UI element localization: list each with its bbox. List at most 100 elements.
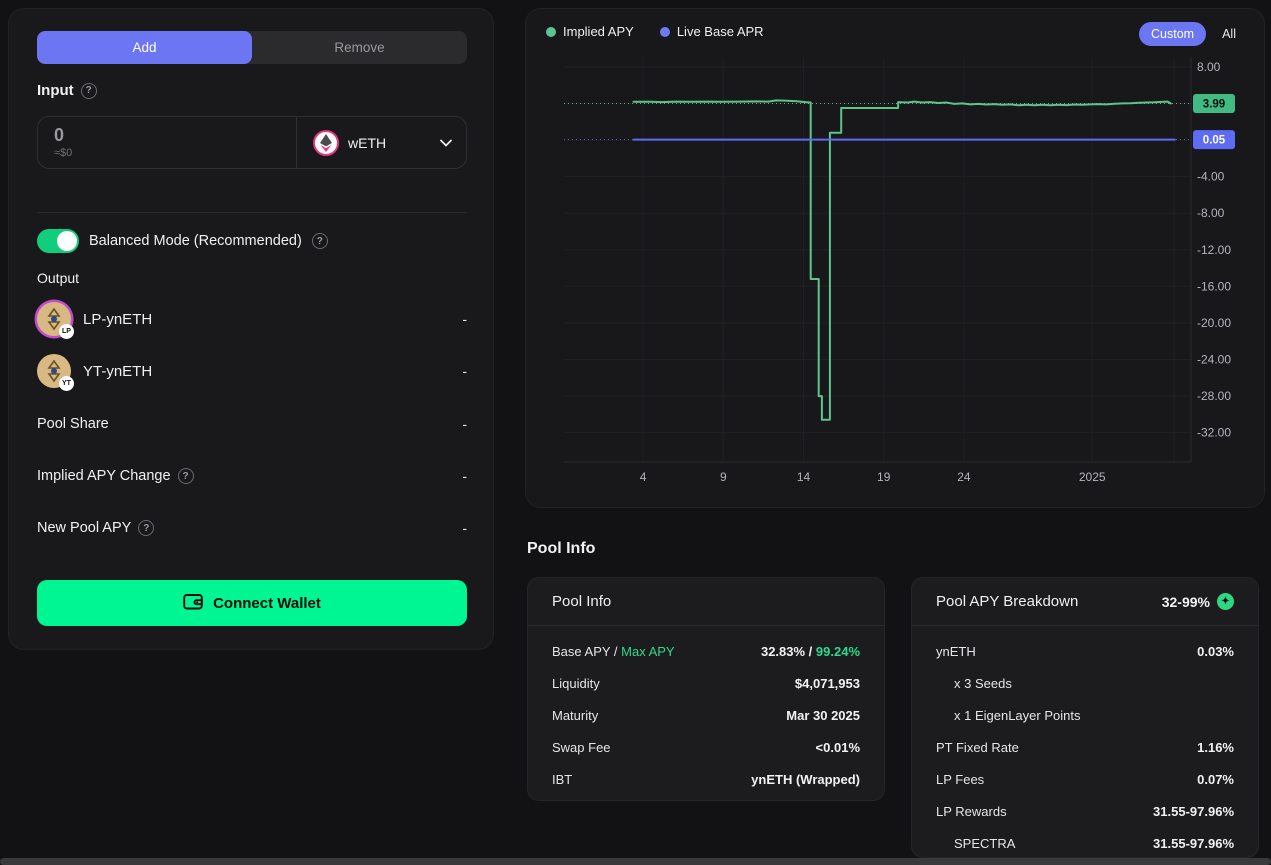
stat-row: Implied APY Change? - [37,466,467,486]
stat-row: New Pool APY? - [37,518,467,538]
pool-info-card-title: Pool Info [552,593,611,610]
apy-card-title: Pool APY Breakdown [936,593,1078,610]
horizontal-scrollbar[interactable] [0,858,1271,865]
row-label: LP Rewards [936,804,1007,819]
stat-value: - [462,520,467,536]
table-row: Swap Fee <0.01% [552,731,860,763]
pool-info-card: Pool Info Base APY / Max APY 32.83% / 99.… [527,577,885,801]
row-label: x 3 Seeds [936,676,1012,691]
chart-legend: Implied APY Live Base APR [546,24,764,39]
svg-text:-28.00: -28.00 [1197,389,1231,403]
table-row: LP Fees 0.07% [936,763,1234,795]
row-label: Swap Fee [552,740,611,755]
row-value: 1.16% [1197,740,1234,755]
table-row: LP Rewards 31.55-97.96% [936,795,1234,827]
add-remove-segmented: Add Remove [37,31,467,64]
token-selector[interactable]: wETH [297,117,466,168]
row-value: ynETH (Wrapped) [751,772,860,787]
svg-text:14: 14 [797,470,811,484]
row-value: 32.83% / 99.24% [761,644,860,659]
row-label: SPECTRA [936,836,1015,851]
apy-total: 32-99% [1162,594,1210,610]
wallet-icon [183,592,203,614]
liquidity-panel: Add Remove Input ? ≈$0 wETH Balanced M [8,8,494,650]
table-row: ynETH 0.03% [936,635,1234,667]
green-dot-icon [546,27,556,37]
output-rows: LPLP-ynETH-YTYT-ynETH- [37,300,467,404]
table-row: Base APY / Max APY 32.83% / 99.24% [552,635,860,667]
amount-input-box: ≈$0 wETH [37,116,467,169]
pool-apy-breakdown-card: Pool APY Breakdown 32-99% ✦ ynETH 0.03% x … [911,577,1259,858]
add-tab[interactable]: Add [37,31,252,64]
chart-panel: Implied APY Live Base APR Custom All 8.0… [525,8,1265,508]
help-icon[interactable]: ? [138,520,154,536]
output-row: LPLP-ynETH- [37,300,467,338]
sparkle-icon: ✦ [1217,593,1234,610]
balanced-mode-help-icon[interactable]: ? [312,233,328,249]
weth-token-icon [313,130,339,156]
row-label: ynETH [936,644,976,659]
table-row: Liquidity $4,071,953 [552,667,860,699]
svg-text:-8.00: -8.00 [1197,206,1225,220]
connect-wallet-label: Connect Wallet [213,595,321,612]
stat-label: Pool Share [37,416,109,432]
row-value: 31.55-97.96% [1153,804,1234,819]
row-value: 0.03% [1197,644,1234,659]
svg-text:8.00: 8.00 [1197,60,1221,74]
token-label: wETH [348,135,386,151]
row-label: Liquidity [552,676,600,691]
remove-tab[interactable]: Remove [252,31,467,64]
output-token-value: - [462,363,467,379]
pool-info-card-rows: Base APY / Max APY 32.83% / 99.24% Liquidi… [528,626,884,795]
apy-card-rows: ynETH 0.03% x 3 Seeds x 1 EigenLayer Points… [912,626,1258,859]
row-value: $4,071,953 [795,676,860,691]
legend-live-base-apr[interactable]: Live Base APR [660,24,764,39]
legend-live-base-apr-label: Live Base APR [677,24,764,39]
row-label: PT Fixed Rate [936,740,1019,755]
table-row: x 1 EigenLayer Points [936,699,1234,731]
lp-token-icon: LP [37,302,71,336]
stat-label: New Pool APY [37,520,131,536]
output-token-name: YT-ynETH [83,363,152,380]
row-value: 0.07% [1197,772,1234,787]
svg-text:3.99: 3.99 [1203,99,1225,111]
stat-label: Implied APY Change [37,468,171,484]
yt-token-icon: YT [37,354,71,388]
row-label: LP Fees [936,772,984,787]
balanced-mode-toggle[interactable] [37,229,79,253]
table-row: x 3 Seeds [936,667,1234,699]
output-token-name: LP-ynETH [83,311,152,328]
connect-wallet-button[interactable]: Connect Wallet [37,580,467,626]
row-value: 31.55-97.96% [1153,836,1234,851]
input-help-icon[interactable]: ? [81,83,97,99]
stat-value: - [462,468,467,484]
stat-value: - [462,416,467,432]
row-label: Base APY / Max APY [552,644,675,659]
legend-implied-apy[interactable]: Implied APY [546,24,634,39]
chevron-down-icon [440,134,452,152]
svg-text:2025: 2025 [1079,470,1106,484]
row-label: IBT [552,772,572,787]
svg-text:-24.00: -24.00 [1197,353,1231,367]
amount-input[interactable] [54,125,274,146]
help-icon[interactable]: ? [178,468,194,484]
svg-text:4: 4 [640,470,647,484]
range-custom-button[interactable]: Custom [1139,22,1206,46]
range-all-button[interactable]: All [1222,27,1236,41]
svg-text:-32.00: -32.00 [1197,426,1231,440]
pool-info-section-title: Pool Info [527,540,595,558]
svg-text:-12.00: -12.00 [1197,243,1231,257]
token-badge: YT [59,376,74,391]
svg-text:-16.00: -16.00 [1197,279,1231,293]
row-value: <0.01% [816,740,860,755]
output-label: Output [37,270,79,286]
usd-estimate: ≈$0 [54,147,296,159]
balanced-mode-label: Balanced Mode (Recommended) [89,233,302,249]
svg-text:19: 19 [877,470,891,484]
svg-text:-20.00: -20.00 [1197,316,1231,330]
table-row: IBT ynETH (Wrapped) [552,763,860,795]
apy-chart[interactable]: 8.00-4.00-8.00-12.00-16.00-20.00-24.00-2… [526,9,1266,509]
stat-row: Pool Share - [37,414,467,434]
legend-implied-apy-label: Implied APY [563,24,634,39]
token-badge: LP [59,324,74,339]
